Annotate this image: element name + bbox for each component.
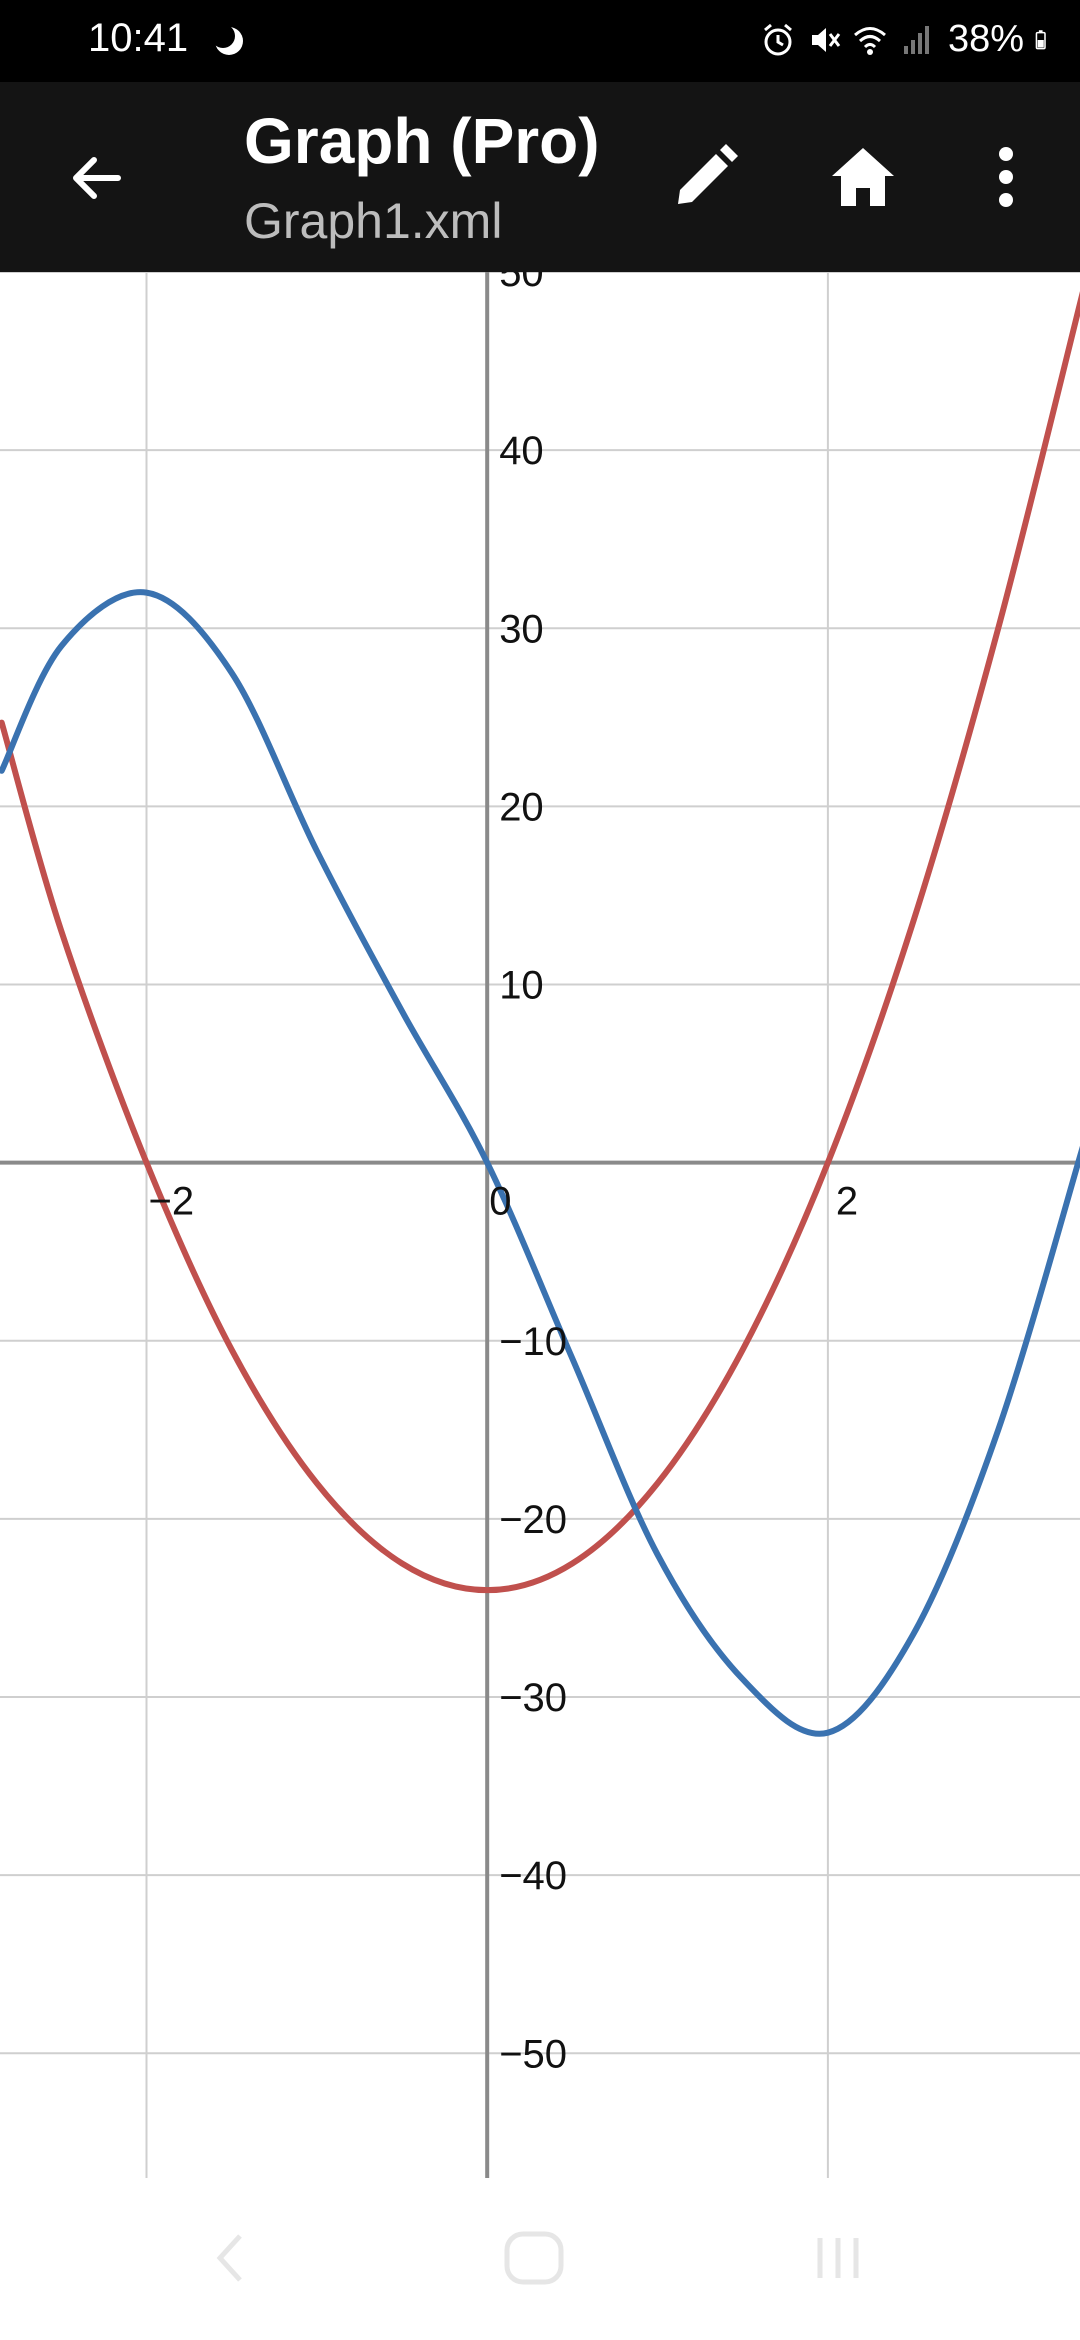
- home-button[interactable]: [818, 132, 908, 222]
- series-line-1: [0, 291, 1080, 1594]
- status-icons: 38%: [760, 18, 1056, 61]
- nav-recents-button[interactable]: [778, 2218, 898, 2298]
- home-circle-icon: [504, 2231, 564, 2285]
- alarm-icon: [760, 22, 796, 58]
- graph-svg[interactable]: −2 0 25040302010−10−20−30−40−50: [0, 272, 1080, 2178]
- tick-labels: −2 0 25040302010−10−20−30−40−50: [148, 272, 858, 2076]
- page-title: Graph (Pro): [244, 105, 600, 177]
- x-tick-label: 2: [836, 1180, 858, 1224]
- status-bar: 10:41 38%: [0, 0, 1080, 82]
- y-tick-label: 50: [499, 272, 544, 295]
- more-vert-icon: [999, 147, 1013, 207]
- back-arrow-icon: [73, 157, 121, 199]
- back-chevron-icon: [216, 2234, 242, 2282]
- page-subtitle: Graph1.xml: [244, 193, 503, 249]
- y-tick-label: 30: [499, 607, 544, 651]
- status-time: 10:41: [88, 16, 189, 60]
- battery-icon: [1034, 22, 1056, 58]
- y-tick-label: −10: [499, 1320, 567, 1364]
- more-options-button[interactable]: [976, 132, 1036, 222]
- app-bar: Graph (Pro) Graph1.xml: [0, 82, 1080, 272]
- home-icon: [832, 148, 894, 206]
- signal-icon: [898, 22, 934, 58]
- y-tick-label: −30: [499, 1676, 567, 1720]
- edit-button[interactable]: [660, 132, 750, 222]
- x-tick-label: −2: [148, 1180, 194, 1224]
- y-tick-label: 10: [499, 964, 544, 1008]
- battery-percent: 38%: [947, 18, 1024, 60]
- system-nav-bar: [0, 2178, 1080, 2340]
- x-tick-label: 0: [489, 1180, 511, 1224]
- y-tick-label: 40: [499, 429, 544, 473]
- graph-canvas[interactable]: −2 0 2 50 40 30 20 10 −10 −20 −30 −40 −50: [0, 272, 1080, 2178]
- y-tick-label: −40: [499, 1854, 567, 1898]
- pencil-icon: [678, 144, 738, 204]
- back-button[interactable]: [52, 134, 140, 222]
- mute-icon: [806, 22, 842, 58]
- moon-icon: [211, 24, 246, 58]
- nav-home-button[interactable]: [474, 2218, 594, 2298]
- nav-back-button[interactable]: [170, 2218, 290, 2298]
- recents-icon: [817, 2238, 859, 2278]
- wifi-icon: [852, 22, 888, 58]
- y-tick-label: 20: [499, 785, 544, 829]
- y-tick-label: −50: [499, 2032, 567, 2076]
- y-tick-label: −20: [499, 1498, 567, 1542]
